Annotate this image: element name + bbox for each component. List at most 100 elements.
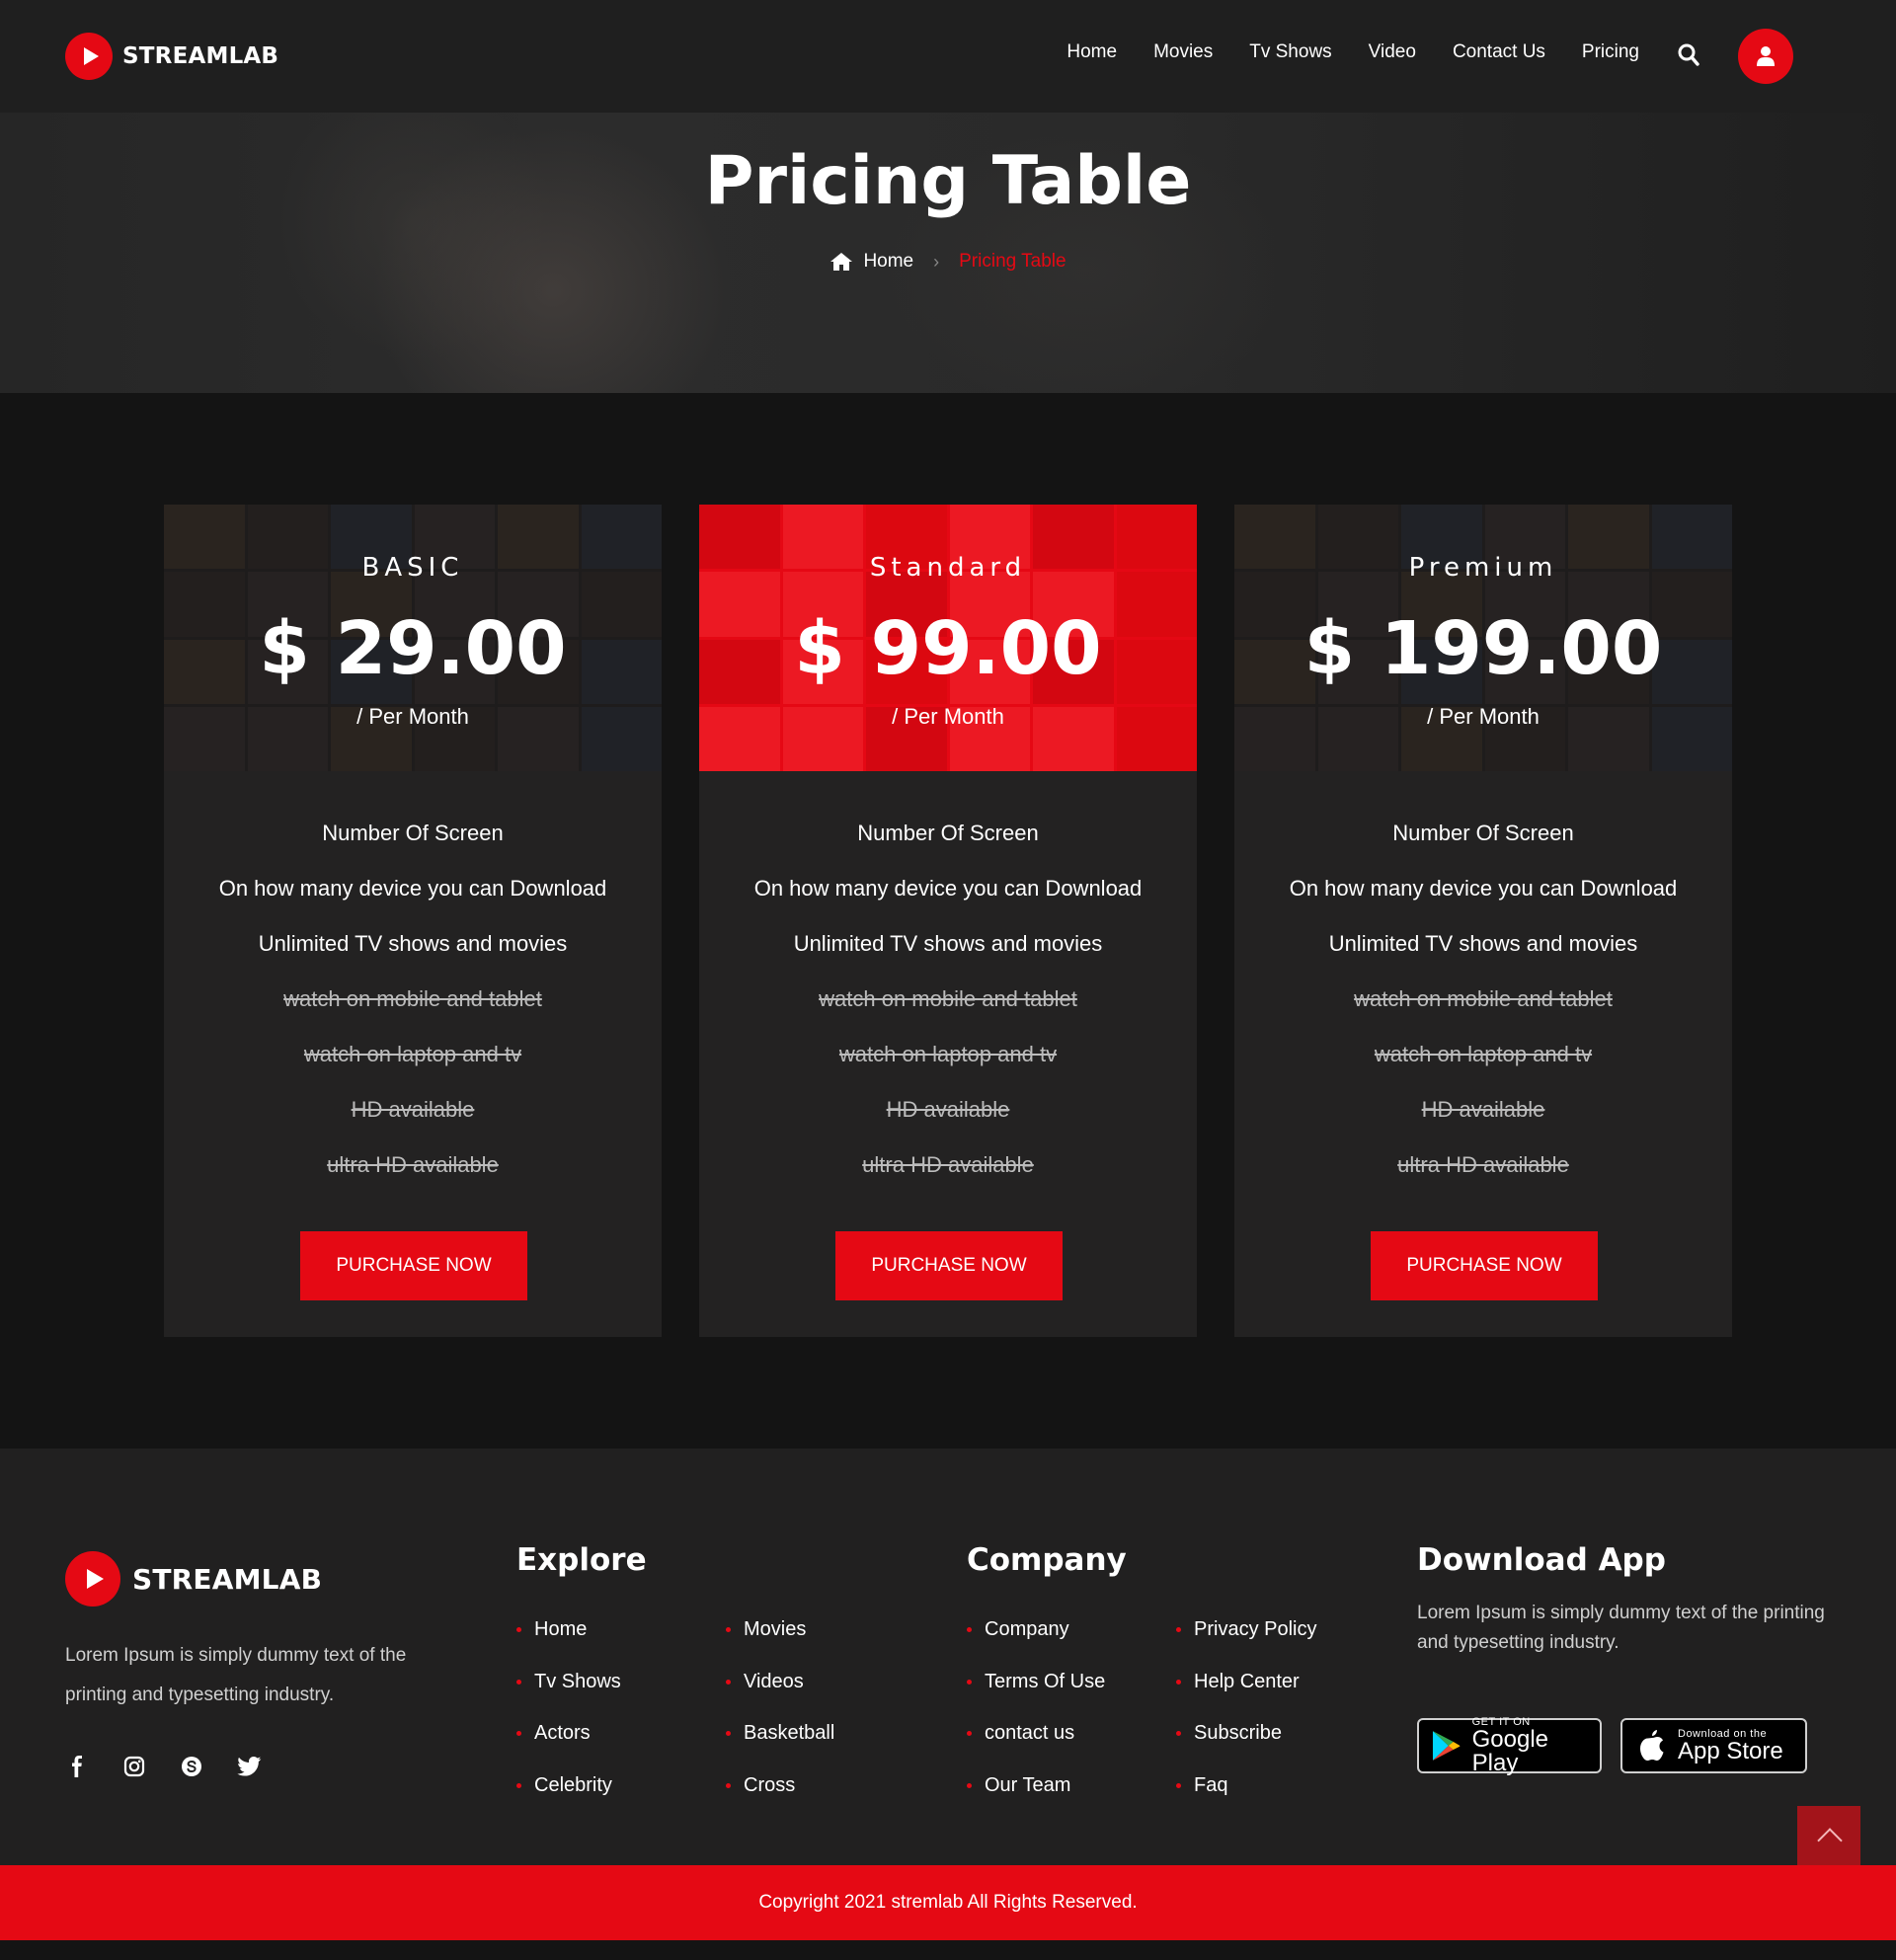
footer-link[interactable]: Celebrity — [516, 1770, 621, 1823]
footer-link[interactable]: Subscribe — [1176, 1718, 1316, 1770]
footer-link[interactable]: Help Center — [1176, 1667, 1316, 1719]
home-icon — [830, 253, 853, 271]
plan-name: Standard — [869, 553, 1027, 583]
feature-item-unavailable: watch on laptop and tv — [303, 1042, 522, 1066]
twitter-icon[interactable] — [237, 1755, 262, 1778]
plan-period: / Per Month — [892, 704, 1004, 729]
feature-item-unavailable: watch on mobile and tablet — [1354, 986, 1613, 1011]
pricing-card-header: Premium $ 199.00 / Per Month — [1234, 505, 1732, 771]
nav-video[interactable]: Video — [1369, 41, 1416, 63]
footer-explore-list-2: Movies Videos Basketball Cross — [726, 1614, 834, 1822]
feature-item-unavailable: HD available — [351, 1097, 475, 1122]
breadcrumb: Home › Pricing Table — [0, 251, 1896, 273]
google-play-big: Google Play — [1471, 1726, 1549, 1776]
footer-link[interactable]: Our Team — [967, 1770, 1105, 1823]
pricing-card-standard: Standard $ 99.00 / Per Month Number Of S… — [699, 505, 1197, 1337]
footer-logo[interactable]: STREAMLAB — [65, 1551, 322, 1607]
nav-movies[interactable]: Movies — [1153, 41, 1213, 63]
plan-price: $ 199.00 — [1304, 606, 1663, 691]
feature-item: On how many device you can Download — [753, 876, 1143, 901]
scroll-to-top-button[interactable] — [1797, 1806, 1860, 1865]
feature-list: Number Of Screen On how many device you … — [699, 821, 1197, 1208]
app-store-big: App Store — [1678, 1738, 1783, 1764]
copyright-bar: Copyright 2021 stremlab All Rights Reser… — [0, 1865, 1896, 1940]
feature-item: Number Of Screen — [1392, 821, 1574, 845]
feature-item-unavailable: HD available — [886, 1097, 1010, 1122]
footer-explore-title: Explore — [516, 1542, 647, 1578]
site-header: STREAMLAB Home Movies Tv Shows Video Con… — [0, 0, 1896, 113]
nav-contact-us[interactable]: Contact Us — [1453, 41, 1545, 63]
footer-app-text: Lorem Ipsum is simply dummy text of the … — [1417, 1603, 1825, 1653]
footer-link[interactable]: Cross — [726, 1770, 834, 1823]
footer-about-text: Lorem Ipsum is simply dummy text of the … — [65, 1645, 407, 1705]
plan-name: Premium — [1408, 553, 1558, 583]
feature-item-unavailable: ultra HD available — [327, 1152, 499, 1177]
chevron-right-icon: › — [933, 251, 940, 272]
logo-text: STREAMLAB — [122, 43, 279, 69]
footer-link[interactable]: Actors — [516, 1718, 621, 1770]
feature-item-unavailable: watch on mobile and tablet — [283, 986, 542, 1011]
page-hero: Pricing Table Home › Pricing Table — [0, 113, 1896, 393]
footer-link[interactable]: Company — [967, 1614, 1105, 1667]
site-logo[interactable]: STREAMLAB — [65, 33, 278, 80]
feature-item-unavailable: ultra HD available — [862, 1152, 1034, 1177]
play-icon — [65, 1551, 120, 1607]
feature-item: On how many device you can Download — [218, 876, 607, 901]
footer-company-list-2: Privacy Policy Help Center Subscribe Faq — [1176, 1614, 1316, 1822]
feature-list: Number Of Screen On how many device you … — [164, 821, 662, 1208]
feature-item: Number Of Screen — [857, 821, 1039, 845]
search-icon[interactable] — [1678, 43, 1699, 67]
footer-explore-list: Home Tv Shows Actors Celebrity — [516, 1614, 621, 1822]
feature-item-unavailable: ultra HD available — [1397, 1152, 1569, 1177]
google-play-button[interactable]: GET IT ON Google Play — [1417, 1716, 1602, 1776]
plan-name: BASIC — [361, 553, 464, 583]
site-footer: STREAMLAB Lorem Ipsum is simply dummy te… — [0, 1449, 1896, 1865]
footer-link[interactable]: Movies — [726, 1614, 834, 1667]
footer-company-list: Company Terms Of Use contact us Our Team — [967, 1614, 1105, 1822]
footer-link[interactable]: Videos — [726, 1667, 834, 1719]
purchase-now-button[interactable]: PURCHASE NOW — [1371, 1231, 1598, 1300]
footer-link[interactable]: Basketball — [726, 1718, 834, 1770]
plan-period: / Per Month — [1427, 704, 1540, 729]
nav-pricing[interactable]: Pricing — [1582, 41, 1639, 63]
logo-text: STREAMLAB — [132, 1562, 323, 1596]
user-icon — [1757, 46, 1775, 66]
breadcrumb-home[interactable]: Home — [863, 251, 913, 273]
app-store-button[interactable]: Download on the App Store — [1620, 1718, 1807, 1773]
pricing-card-premium: Premium $ 199.00 / Per Month Number Of S… — [1234, 505, 1732, 1337]
user-account-button[interactable] — [1738, 29, 1793, 84]
facebook-icon[interactable] — [65, 1755, 89, 1778]
main-nav: Home Movies Tv Shows Video Contact Us Pr… — [1066, 41, 1639, 63]
feature-item: Unlimited TV shows and movies — [258, 931, 568, 956]
feature-list: Number Of Screen On how many device you … — [1234, 821, 1732, 1208]
footer-link[interactable]: Tv Shows — [516, 1667, 621, 1719]
feature-item-unavailable: watch on laptop and tv — [838, 1042, 1058, 1066]
footer-company-title: Company — [967, 1542, 1127, 1578]
nav-tv-shows[interactable]: Tv Shows — [1249, 41, 1331, 63]
footer-app-title: Download App — [1417, 1542, 1666, 1578]
page-title: Pricing Table — [704, 142, 1192, 220]
apple-icon — [1640, 1730, 1664, 1761]
footer-link[interactable]: contact us — [967, 1718, 1105, 1770]
pricing-card-header: Standard $ 99.00 / Per Month — [699, 505, 1197, 771]
feature-item-unavailable: watch on mobile and tablet — [819, 986, 1077, 1011]
skype-icon[interactable] — [180, 1755, 203, 1778]
pricing-card-header: BASIC $ 29.00 / Per Month — [164, 505, 662, 771]
footer-link[interactable]: Privacy Policy — [1176, 1614, 1316, 1667]
plan-period: / Per Month — [356, 704, 469, 729]
breadcrumb-current: Pricing Table — [959, 251, 1066, 272]
footer-link[interactable]: Terms Of Use — [967, 1667, 1105, 1719]
social-links — [65, 1755, 262, 1778]
instagram-icon[interactable] — [122, 1755, 146, 1778]
play-icon — [65, 33, 113, 80]
pricing-card-basic: BASIC $ 29.00 / Per Month Number Of Scre… — [164, 505, 662, 1337]
feature-item: On how many device you can Download — [1289, 876, 1678, 901]
footer-link[interactable]: Faq — [1176, 1770, 1316, 1823]
google-play-icon — [1432, 1731, 1461, 1761]
nav-home[interactable]: Home — [1066, 41, 1117, 63]
feature-item: Unlimited TV shows and movies — [1328, 931, 1638, 956]
purchase-now-button[interactable]: PURCHASE NOW — [835, 1231, 1063, 1300]
feature-item-unavailable: watch on laptop and tv — [1374, 1042, 1593, 1066]
purchase-now-button[interactable]: PURCHASE NOW — [300, 1231, 527, 1300]
footer-link[interactable]: Home — [516, 1614, 621, 1667]
